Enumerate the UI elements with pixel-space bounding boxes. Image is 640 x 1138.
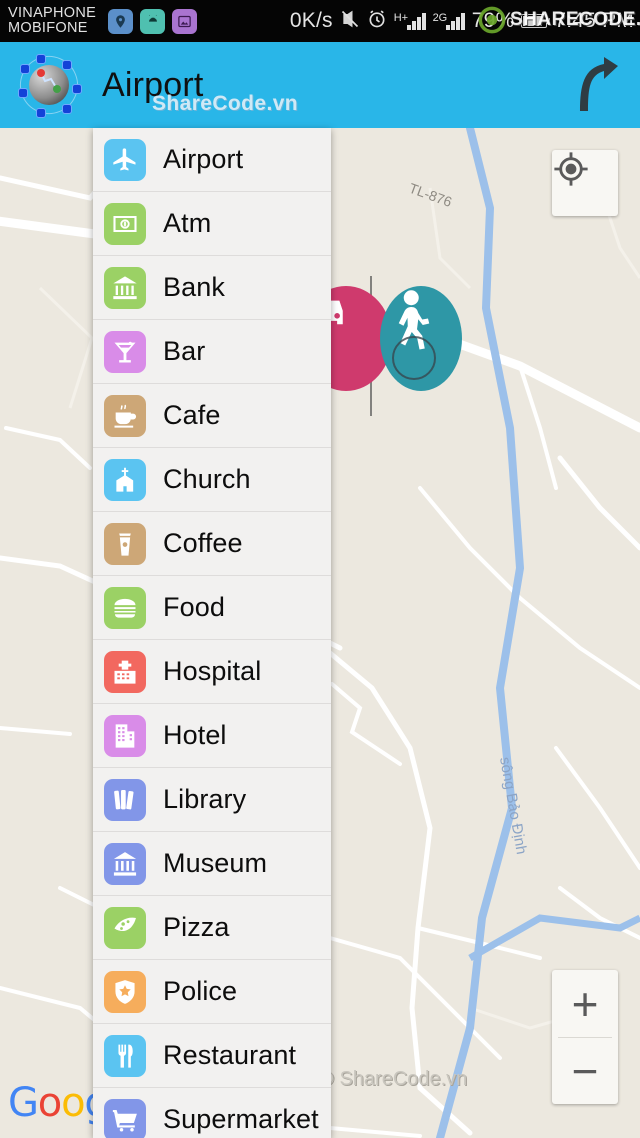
mute-icon [340, 9, 360, 34]
list-item[interactable]: Hotel [93, 704, 331, 768]
signal-bars-2 [446, 12, 465, 30]
hospital-icon [104, 650, 146, 693]
network-1-indicator: H+ [394, 12, 426, 30]
list-item[interactable]: Cafe [93, 384, 331, 448]
gps-globe-app-icon[interactable] [11, 47, 87, 123]
list-item-label: Cafe [163, 400, 221, 430]
list-item-label: Pizza [163, 912, 230, 942]
list-item[interactable]: Library [93, 768, 331, 832]
banknote-icon [104, 202, 146, 245]
list-item-label: Restaurant [163, 1040, 297, 1070]
alarm-icon [367, 9, 387, 34]
airplane-icon [104, 138, 146, 181]
list-item-label: Bank [163, 272, 225, 302]
cocktail-icon [104, 330, 146, 373]
list-item[interactable]: Atm [93, 192, 331, 256]
list-item-label: Food [163, 592, 225, 622]
list-item[interactable]: Hospital [93, 640, 331, 704]
android-icon [140, 8, 166, 34]
list-item-label: Coffee [163, 528, 243, 558]
list-item[interactable]: Food [93, 576, 331, 640]
zoom-divider [558, 1037, 612, 1038]
coffee-cup-icon [104, 394, 146, 437]
data-rate-label: 0K/s [289, 9, 333, 32]
list-item-label: Hospital [163, 656, 262, 686]
books-icon [104, 778, 146, 821]
phone-screen: VINAPHONE MOBIFONE 0K/s H+ 2G 7:45 PM SH… [0, 0, 640, 1138]
church-icon [104, 458, 146, 501]
list-item[interactable]: Coffee [93, 512, 331, 576]
my-location-button[interactable] [552, 150, 618, 216]
carrier-line-1: VINAPHONE [8, 5, 97, 22]
carrier-names: VINAPHONE MOBIFONE [8, 6, 96, 36]
network-2-indicator: 2G [433, 12, 465, 30]
zoom-controls[interactable]: + − [552, 970, 618, 1104]
my-location-icon [554, 152, 588, 186]
bank-icon [104, 266, 146, 309]
signal-bars-1 [407, 12, 426, 30]
app-bar: Airport [0, 42, 640, 128]
list-item-label: Library [163, 784, 247, 814]
location-icon [108, 8, 134, 34]
list-item-label: Police [163, 976, 238, 1006]
sharecode-logo-watermark: SHARECODE.vn [478, 6, 640, 34]
list-item-label: Museum [163, 848, 268, 878]
zoom-out-button[interactable]: − [552, 1037, 618, 1104]
sharecode-logo-text: SHARECODE.vn [510, 9, 640, 30]
list-item[interactable]: Bar [93, 320, 331, 384]
list-item-label: Hotel [163, 720, 227, 750]
police-badge-icon [104, 970, 146, 1013]
cutlery-icon [104, 1034, 146, 1077]
photo-icon [172, 8, 198, 34]
zoom-in-label: + [571, 977, 599, 1030]
mode-selection-ring [392, 336, 436, 380]
turn-right-arrow-icon[interactable] [574, 57, 622, 113]
burger-icon [104, 586, 146, 629]
sharecode-logo-icon [478, 6, 506, 34]
list-item-label: Atm [163, 208, 212, 238]
pizza-icon [104, 906, 146, 949]
zoom-in-button[interactable]: + [552, 970, 618, 1037]
carrier-line-2: MOBIFONE [8, 20, 88, 36]
zoom-out-label: − [571, 1044, 599, 1097]
list-item[interactable]: Police [93, 960, 331, 1024]
status-notification-icons [108, 8, 198, 34]
list-item[interactable]: Pizza [93, 896, 331, 960]
list-item[interactable]: Museum [93, 832, 331, 896]
list-item-label: Supermarket [163, 1104, 319, 1134]
list-item-label: Church [163, 464, 251, 494]
list-item[interactable]: Bank [93, 256, 331, 320]
list-item[interactable]: Supermarket [93, 1088, 331, 1138]
list-item-label: Bar [163, 336, 206, 366]
togo-cup-icon [104, 522, 146, 565]
shopping-cart-icon [104, 1098, 146, 1138]
list-item[interactable]: Airport [93, 128, 331, 192]
appbar-watermark-text: ShareCode.vn [152, 92, 299, 115]
hotel-icon [104, 714, 146, 757]
list-item[interactable]: Restaurant [93, 1024, 331, 1088]
category-dropdown-list[interactable]: Airport Atm Bank Bar Cafe Church Coffee Food Hos… [93, 128, 331, 1138]
museum-icon [104, 842, 146, 885]
list-item[interactable]: Church [93, 448, 331, 512]
list-item-label: Airport [163, 144, 244, 174]
